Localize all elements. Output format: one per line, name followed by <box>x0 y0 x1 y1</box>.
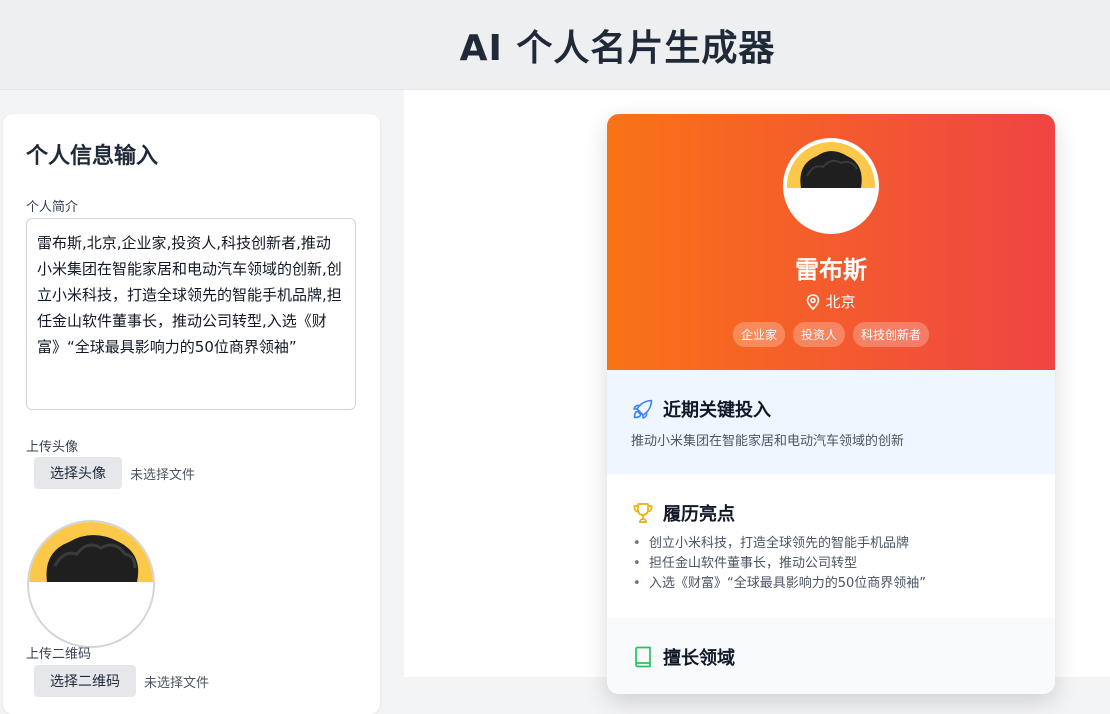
recent-investment-section: 近期关键投入 推动小米集团在智能家居和电动汽车领域的创新 <box>607 370 1055 474</box>
tag-item: 企业家 <box>732 322 785 347</box>
input-panel-title: 个人信息输入 <box>26 144 159 169</box>
map-pin-icon <box>807 293 820 310</box>
bio-textarea[interactable]: 雷布斯,北京,企业家,投资人,科技创新者,推动小米集团在智能家居和电动汽车领域的… <box>26 218 356 410</box>
card-header: 雷布斯 北京 企业家 投资人 科技创新者 <box>607 114 1055 370</box>
business-card: 雷布斯 北京 企业家 投资人 科技创新者 近期关键投入 推动小米集团在智能家居和… <box>607 114 1055 694</box>
qr-file-input[interactable]: 选择二维码 未选择文件 <box>34 665 209 697</box>
recent-investment-title: 近期关键投入 <box>663 400 771 421</box>
qr-file-status: 未选择文件 <box>144 675 210 691</box>
input-panel: 个人信息输入 个人简介 雷布斯,北京,企业家,投资人,科技创新者,推动小米集团在… <box>3 114 380 714</box>
highlights-list: 创立小米科技，打造全球领先的智能手机品牌 担任金山软件董事长，推动公司转型 入选… <box>631 534 926 594</box>
card-location-text: 北京 <box>825 293 856 311</box>
avatar-file-input[interactable]: 选择头像 未选择文件 <box>34 457 195 489</box>
page-title: AI 个人名片生成器 <box>459 27 776 69</box>
bio-label: 个人简介 <box>26 200 79 215</box>
expertise-section: 擅长领域 <box>607 618 1055 694</box>
book-icon <box>635 646 651 668</box>
choose-qr-button[interactable]: 选择二维码 <box>34 665 136 697</box>
card-name: 雷布斯 <box>795 256 867 284</box>
tag-item: 投资人 <box>792 322 845 347</box>
card-avatar-image <box>787 142 875 230</box>
avatar-image <box>29 522 153 646</box>
choose-avatar-button[interactable]: 选择头像 <box>34 457 122 489</box>
main-area: 个人信息输入 个人简介 雷布斯,北京,企业家,投资人,科技创新者,推动小米集团在… <box>0 90 1110 714</box>
avatar-file-status: 未选择文件 <box>130 467 196 483</box>
recent-investment-text: 推动小米集团在智能家居和电动汽车领域的创新 <box>631 434 905 449</box>
avatar-upload-label: 上传头像 <box>26 440 79 455</box>
expertise-title: 擅长领域 <box>663 648 735 669</box>
avatar-preview <box>27 520 155 648</box>
highlights-section: 履历亮点 创立小米科技，打造全球领先的智能手机品牌 担任金山软件董事长，推动公司… <box>607 474 1055 618</box>
highlights-title: 履历亮点 <box>663 504 735 525</box>
app-header: AI 个人名片生成器 <box>0 0 1110 90</box>
trophy-icon <box>633 503 653 523</box>
card-avatar <box>783 138 879 234</box>
qr-upload-label: 上传二维码 <box>26 647 92 662</box>
list-item: 担任金山软件董事长，推动公司转型 <box>631 554 926 574</box>
rocket-icon <box>633 399 653 419</box>
list-item: 创立小米科技，打造全球领先的智能手机品牌 <box>631 534 926 554</box>
card-tags: 企业家 投资人 科技创新者 <box>607 322 1055 347</box>
card-location: 北京 <box>607 291 1055 312</box>
list-item: 入选《财富》“全球最具影响力的50位商界领袖” <box>631 574 926 594</box>
tag-item: 科技创新者 <box>853 322 930 347</box>
